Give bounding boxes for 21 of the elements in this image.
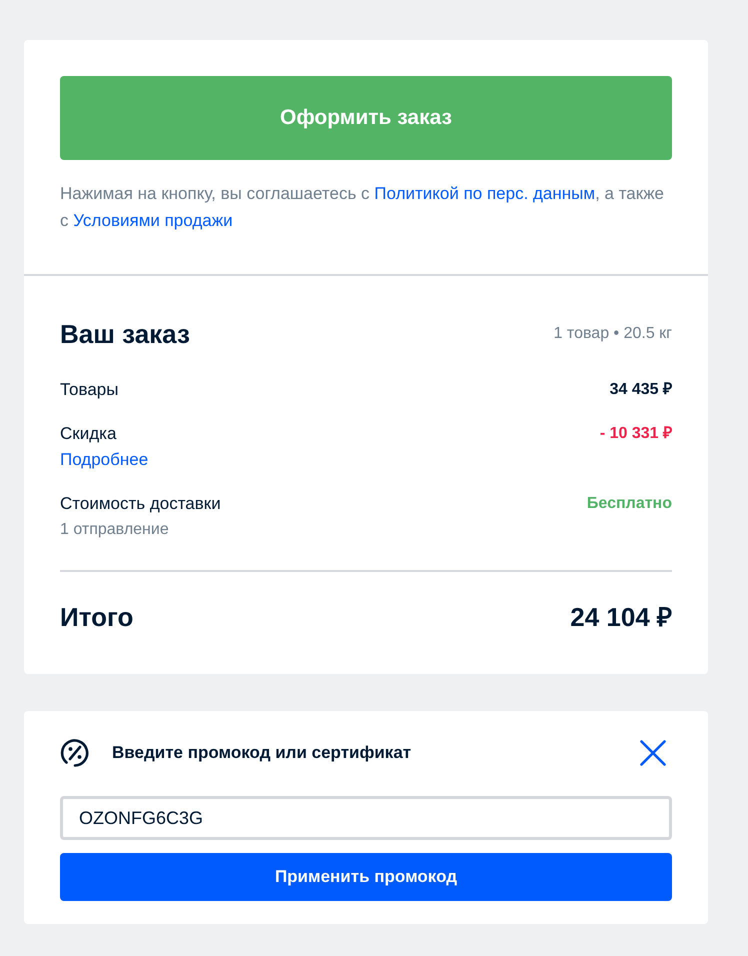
promo-code-field[interactable]: OZONFG6C3G	[60, 796, 672, 840]
apply-promo-button[interactable]: Применить промокод	[60, 853, 672, 901]
agreement-link[interactable]: Политикой по перс. данным	[374, 184, 596, 203]
summary-label: Стоимость доставки	[60, 493, 221, 515]
details-link[interactable]: Подробнее	[60, 447, 148, 473]
agreement-link[interactable]: Условиями продажи	[73, 211, 233, 230]
order-meta: 1 товар • 20.5 кг	[554, 325, 672, 343]
promo-title: Введите промокод или сертификат	[112, 743, 412, 763]
summary-label: Товары	[60, 379, 118, 401]
close-icon	[640, 740, 666, 766]
summary-value: Бесплатно	[586, 494, 672, 514]
total-value: 24 104 ₽	[570, 601, 672, 633]
summary-value: 34 435 ₽	[610, 380, 672, 400]
agreement-text: Нажимая на кнопку, вы соглашаетесь с Политикой по перс. данным, а также с Условиями продажи	[60, 183, 666, 232]
summary-label: Скидка	[60, 423, 116, 445]
total-label: Итого	[60, 601, 134, 633]
summary-title: Ваш заказ	[60, 318, 190, 350]
close-button[interactable]	[640, 740, 666, 766]
summary-note: 1 отправление	[60, 520, 169, 540]
percent-circle-icon	[60, 738, 90, 768]
summary-value: - 10 331 ₽	[600, 424, 672, 444]
